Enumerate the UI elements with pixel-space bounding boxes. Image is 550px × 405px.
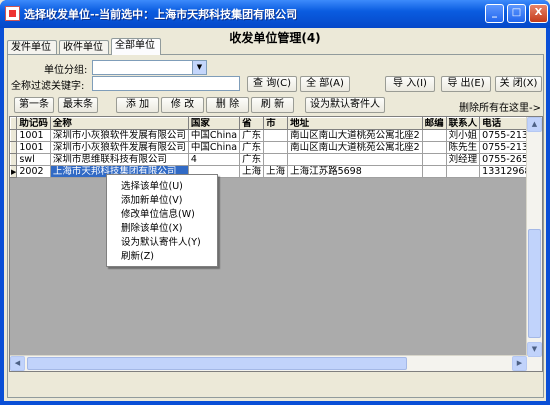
table-row[interactable]: 1001 深圳市小灰狼软件发展有限公司 中国China 广东 南山区南山大道桃苑… — [10, 129, 542, 142]
table-cell[interactable]: 深圳市思维联科技有限公司 — [49, 153, 189, 166]
column-header[interactable]: 助记码 — [16, 117, 51, 130]
column-header[interactable]: 全称 — [49, 117, 189, 130]
query-button[interactable]: 查 询(C) — [247, 76, 297, 92]
table-cell[interactable]: 南山区南山大道桃苑公寓北座2 — [287, 141, 423, 154]
horizontal-scroll-thumb[interactable] — [27, 357, 407, 370]
app-window: 选择收发单位--当前选中：上海市天邦科技集团有限公司 _ □ X 收发单位管理(… — [0, 0, 550, 405]
table-cell[interactable]: 广东 — [239, 153, 265, 166]
context-menu: 选择该单位(U) 添加新单位(V) 修改单位信息(W) 删除该单位(X) 设为默… — [106, 174, 218, 267]
table-cell[interactable]: 上海 — [239, 165, 265, 178]
table-cell[interactable]: 中国China — [187, 141, 241, 154]
table-cell[interactable]: 陈先生 — [445, 141, 481, 154]
table-cell[interactable]: 上海江苏路5698 — [287, 165, 423, 178]
table-cell[interactable]: 4 — [187, 153, 241, 166]
horizontal-scrollbar[interactable]: ◀ ▶ — [10, 355, 528, 371]
import-button[interactable]: 导 入(I) — [385, 76, 435, 92]
table-cell[interactable] — [263, 153, 289, 166]
menu-item-edit-unit[interactable]: 修改单位信息(W) — [121, 208, 195, 221]
last-record-button[interactable]: 最末条 — [58, 97, 98, 113]
table-cell[interactable] — [287, 153, 423, 166]
group-select[interactable]: ▼ — [92, 60, 207, 75]
refresh-button[interactable]: 刷 新 — [251, 97, 294, 113]
show-all-button[interactable]: 全 部(A) — [300, 76, 350, 92]
scroll-down-icon[interactable]: ▼ — [527, 342, 542, 357]
column-header[interactable]: 联系人 — [445, 117, 481, 130]
modify-button[interactable]: 修 改 — [161, 97, 204, 113]
tab-sender-units[interactable]: 发件单位 — [7, 40, 57, 54]
close-button[interactable]: 关 闭(X) — [495, 76, 542, 92]
keyword-input[interactable] — [92, 76, 240, 91]
client-area: 收发单位管理(4) 发件单位 收件单位 全部单位 单位分组: ▼ 全称过滤关键字… — [4, 28, 546, 401]
vertical-scrollbar[interactable]: ▲ ▼ — [526, 117, 542, 371]
table-cell[interactable]: 刘经理 — [445, 153, 481, 166]
menu-item-select-unit[interactable]: 选择该单位(U) — [121, 180, 183, 193]
group-label: 单位分组: — [44, 65, 88, 76]
table-header-row: 助记码 全称 国家 省 市 地址 邮编 联系人 电话 — [10, 117, 542, 130]
menu-item-add-unit[interactable]: 添加新单位(V) — [121, 194, 182, 207]
vertical-scroll-thumb[interactable] — [528, 229, 541, 338]
table-cell[interactable] — [421, 153, 447, 166]
table-cell[interactable] — [445, 165, 481, 178]
table-row-selected[interactable]: ▶ 2002 上海市天邦科技集团有限公司 上海 上海 上海江苏路5698 133… — [10, 165, 542, 178]
tab-receiver-units[interactable]: 收件单位 — [59, 40, 109, 54]
table-cell[interactable]: 深圳市小灰狼软件发展有限公司 — [49, 129, 189, 142]
table-cell[interactable] — [421, 141, 447, 154]
table-row[interactable]: swl 深圳市思维联科技有限公司 4 广东 刘经理 0755-2656123 — [10, 153, 542, 166]
table-cell[interactable]: 1001 — [16, 141, 51, 154]
menu-item-set-default-sender[interactable]: 设为默认寄件人(Y) — [121, 236, 201, 249]
column-header[interactable]: 地址 — [287, 117, 423, 130]
keyword-label: 全称过滤关键字: — [11, 81, 85, 92]
tab-all-units[interactable]: 全部单位 — [111, 38, 161, 55]
table-cell[interactable]: 广东 — [239, 129, 265, 142]
table-cell[interactable]: 上海 — [263, 165, 289, 178]
first-record-button[interactable]: 第一条 — [14, 97, 54, 113]
current-row-indicator-icon[interactable]: ▶ — [10, 165, 18, 178]
units-table: 助记码 全称 国家 省 市 地址 邮编 联系人 电话 1001 深圳市小灰狼软件… — [10, 117, 542, 178]
tab-panel: 单位分组: ▼ 全称过滤关键字: 查 询(C) 全 部(A) 导 入(I) 导 … — [7, 54, 544, 398]
scroll-left-icon[interactable]: ◀ — [10, 356, 25, 371]
table-cell[interactable]: 1001 — [16, 129, 51, 142]
table-cell[interactable] — [263, 141, 289, 154]
column-header[interactable]: 邮编 — [421, 117, 447, 130]
add-button[interactable]: 添 加 — [116, 97, 159, 113]
table-cell[interactable] — [263, 129, 289, 142]
menu-item-delete-unit[interactable]: 删除该单位(X) — [121, 222, 182, 235]
maximize-button[interactable]: □ — [507, 4, 526, 23]
close-window-button[interactable]: X — [529, 4, 548, 23]
table-row[interactable]: 1001 深圳市小灰狼软件发展有限公司 中国China 广东 南山区南山大道桃苑… — [10, 141, 542, 154]
set-default-sender-button[interactable]: 设为默认寄件人 — [305, 97, 385, 113]
window-title: 选择收发单位--当前选中：上海市天邦科技集团有限公司 — [24, 8, 298, 21]
table-cell[interactable]: 2002 — [16, 165, 51, 178]
table-cell[interactable]: swl — [16, 153, 51, 166]
table-cell[interactable]: 广东 — [239, 141, 265, 154]
minimize-button[interactable]: _ — [485, 4, 504, 23]
table-cell[interactable]: 刘小姐 — [445, 129, 481, 142]
table-cell[interactable] — [421, 165, 447, 178]
column-header[interactable]: 市 — [263, 117, 289, 130]
units-grid[interactable]: 助记码 全称 国家 省 市 地址 邮编 联系人 电话 1001 深圳市小灰狼软件… — [9, 116, 543, 372]
delete-button[interactable]: 删 除 — [206, 97, 249, 113]
scroll-up-icon[interactable]: ▲ — [527, 117, 542, 132]
menu-item-refresh[interactable]: 刷新(Z) — [121, 250, 154, 263]
column-header[interactable]: 省 — [239, 117, 265, 130]
export-button[interactable]: 导 出(E) — [441, 76, 491, 92]
column-header[interactable]: 国家 — [187, 117, 241, 130]
title-bar[interactable]: 选择收发单位--当前选中：上海市天邦科技集团有限公司 _ □ X — [0, 0, 550, 28]
delete-all-drop-target[interactable]: 删除所有在这里-> — [459, 99, 541, 114]
chevron-down-icon[interactable]: ▼ — [192, 61, 206, 74]
app-icon — [5, 6, 20, 21]
table-cell[interactable] — [421, 129, 447, 142]
table-cell[interactable]: 中国China — [187, 129, 241, 142]
table-cell[interactable]: 南山区南山大道桃苑公寓北座2 — [287, 129, 423, 142]
table-cell[interactable]: 深圳市小灰狼软件发展有限公司 — [49, 141, 189, 154]
scroll-right-icon[interactable]: ▶ — [512, 356, 527, 371]
